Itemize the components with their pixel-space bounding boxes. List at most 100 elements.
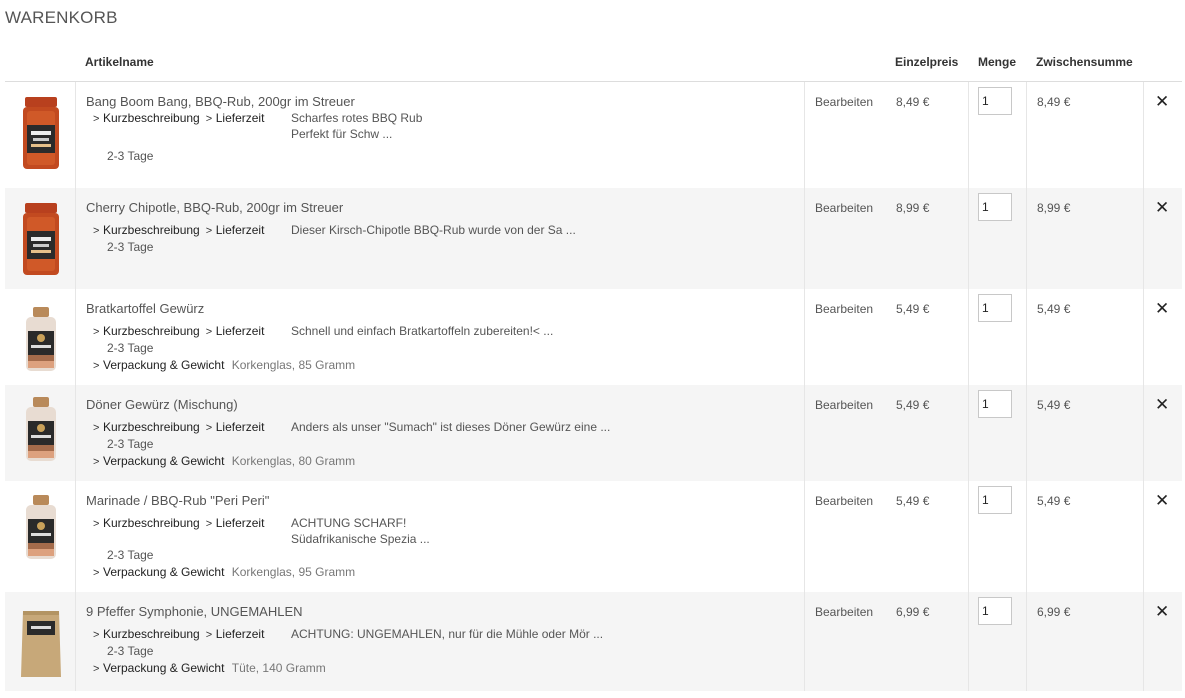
packaging-value: Korkenglas, 85 Gramm bbox=[231, 358, 356, 372]
chevron-right-icon: > bbox=[93, 360, 100, 372]
delivery-time-toggle[interactable]: Lieferzeit bbox=[216, 324, 265, 338]
product-name[interactable]: Döner Gewürz (Mischung) bbox=[86, 397, 238, 412]
unit-price: 5,49 € bbox=[896, 302, 930, 316]
table-row: Bang Boom Bang, BBQ-Rub, 200gr im Streue… bbox=[5, 82, 1182, 188]
remove-icon[interactable]: ✕ bbox=[1155, 300, 1169, 317]
packaging-toggle[interactable]: Verpackung & Gewicht bbox=[103, 358, 224, 372]
unit-price: 5,49 € bbox=[896, 494, 930, 508]
remove-icon[interactable]: ✕ bbox=[1155, 603, 1169, 620]
info-links: > Kurzbeschreibung > Lieferzeit bbox=[93, 419, 264, 436]
product-name[interactable]: 9 Pfeffer Symphonie, UNGEMAHLEN bbox=[86, 604, 303, 619]
column-divider bbox=[1026, 481, 1027, 592]
delivery-time-toggle[interactable]: Lieferzeit bbox=[216, 516, 265, 530]
chevron-right-icon: > bbox=[93, 422, 100, 434]
packaging-info: > Verpackung & Gewicht Korkenglas, 85 Gra… bbox=[93, 357, 355, 374]
column-divider bbox=[1026, 385, 1027, 481]
cart-table: Artikelname Einzelpreis Menge Zwischensu… bbox=[5, 45, 1182, 691]
delivery-time-toggle[interactable]: Lieferzeit bbox=[216, 223, 265, 237]
product-image[interactable] bbox=[13, 95, 69, 173]
product-name[interactable]: Bratkartoffel Gewürz bbox=[86, 301, 204, 316]
short-description-line2: Südafrikanische Spezia ... bbox=[291, 532, 430, 546]
quantity-input[interactable] bbox=[978, 193, 1012, 221]
column-divider bbox=[968, 188, 969, 289]
column-divider bbox=[1143, 481, 1144, 592]
column-header-subtotal: Zwischensumme bbox=[1036, 55, 1133, 69]
table-row: Bratkartoffel Gewürz > Kurzbeschreibung > Li… bbox=[5, 289, 1182, 385]
delivery-time: 2-3 Tage bbox=[107, 240, 154, 254]
product-image[interactable] bbox=[13, 201, 69, 277]
delivery-time-toggle[interactable]: Lieferzeit bbox=[216, 627, 265, 641]
delivery-time-toggle[interactable]: Lieferzeit bbox=[216, 420, 265, 434]
short-description: Scharfes rotes BBQ Rub bbox=[291, 111, 423, 125]
column-header-price: Einzelpreis bbox=[895, 55, 959, 69]
product-name[interactable]: Marinade / BBQ-Rub "Peri Peri" bbox=[86, 493, 269, 508]
chevron-right-icon: > bbox=[205, 113, 213, 125]
edit-link[interactable]: Bearbeiten bbox=[815, 398, 873, 412]
column-divider bbox=[804, 385, 805, 481]
info-links: > Kurzbeschreibung > Lieferzeit bbox=[93, 110, 264, 127]
packaging-value: Korkenglas, 80 Gramm bbox=[231, 454, 356, 468]
packaging-info: > Verpackung & Gewicht Korkenglas, 95 Gra… bbox=[93, 564, 355, 581]
column-divider bbox=[804, 82, 805, 188]
table-row: Marinade / BBQ-Rub "Peri Peri" > Kurzbesch… bbox=[5, 481, 1182, 592]
edit-link[interactable]: Bearbeiten bbox=[815, 201, 873, 215]
packaging-toggle[interactable]: Verpackung & Gewicht bbox=[103, 565, 224, 579]
quantity-input[interactable] bbox=[978, 87, 1012, 115]
packaging-toggle[interactable]: Verpackung & Gewicht bbox=[103, 661, 224, 675]
table-header: Artikelname Einzelpreis Menge Zwischensu… bbox=[5, 45, 1182, 82]
column-divider bbox=[804, 592, 805, 691]
subtotal: 5,49 € bbox=[1037, 494, 1071, 508]
subtotal: 8,49 € bbox=[1037, 95, 1071, 109]
chevron-right-icon: > bbox=[205, 422, 213, 434]
column-divider bbox=[804, 289, 805, 385]
unit-price: 5,49 € bbox=[896, 398, 930, 412]
column-divider bbox=[1026, 289, 1027, 385]
column-divider bbox=[968, 592, 969, 691]
product-image[interactable] bbox=[13, 305, 69, 371]
packaging-toggle[interactable]: Verpackung & Gewicht bbox=[103, 454, 224, 468]
remove-icon[interactable]: ✕ bbox=[1155, 199, 1169, 216]
unit-price: 8,49 € bbox=[896, 95, 930, 109]
product-name[interactable]: Cherry Chipotle, BBQ-Rub, 200gr im Streu… bbox=[86, 200, 343, 215]
short-description-toggle[interactable]: Kurzbeschreibung bbox=[103, 516, 200, 530]
subtotal: 5,49 € bbox=[1037, 398, 1071, 412]
column-divider bbox=[75, 481, 76, 592]
remove-icon[interactable]: ✕ bbox=[1155, 93, 1169, 110]
edit-link[interactable]: Bearbeiten bbox=[815, 95, 873, 109]
column-header-qty: Menge bbox=[978, 55, 1017, 69]
edit-link[interactable]: Bearbeiten bbox=[815, 605, 873, 619]
edit-link[interactable]: Bearbeiten bbox=[815, 302, 873, 316]
quantity-input[interactable] bbox=[978, 390, 1012, 418]
packaging-value: Tüte, 140 Gramm bbox=[231, 661, 326, 675]
chevron-right-icon: > bbox=[93, 113, 100, 125]
chevron-right-icon: > bbox=[93, 326, 100, 338]
quantity-input[interactable] bbox=[978, 294, 1012, 322]
product-image[interactable] bbox=[13, 395, 69, 465]
remove-icon[interactable]: ✕ bbox=[1155, 396, 1169, 413]
delivery-time-toggle[interactable]: Lieferzeit bbox=[216, 111, 265, 125]
product-name[interactable]: Bang Boom Bang, BBQ-Rub, 200gr im Streue… bbox=[86, 94, 355, 109]
quantity-input[interactable] bbox=[978, 486, 1012, 514]
product-image[interactable] bbox=[13, 493, 69, 559]
chevron-right-icon: > bbox=[93, 629, 100, 641]
short-description-toggle[interactable]: Kurzbeschreibung bbox=[103, 324, 200, 338]
column-header-name: Artikelname bbox=[85, 55, 154, 69]
edit-link[interactable]: Bearbeiten bbox=[815, 494, 873, 508]
short-description-toggle[interactable]: Kurzbeschreibung bbox=[103, 223, 200, 237]
chevron-right-icon: > bbox=[205, 518, 213, 530]
remove-icon[interactable]: ✕ bbox=[1155, 492, 1169, 509]
column-divider bbox=[968, 289, 969, 385]
subtotal: 8,99 € bbox=[1037, 201, 1071, 215]
quantity-input[interactable] bbox=[978, 597, 1012, 625]
unit-price: 8,99 € bbox=[896, 201, 930, 215]
delivery-time: 2-3 Tage bbox=[107, 341, 154, 355]
short-description-toggle[interactable]: Kurzbeschreibung bbox=[103, 420, 200, 434]
table-body: Bang Boom Bang, BBQ-Rub, 200gr im Streue… bbox=[5, 82, 1182, 691]
short-description-toggle[interactable]: Kurzbeschreibung bbox=[103, 627, 200, 641]
unit-price: 6,99 € bbox=[896, 605, 930, 619]
info-links: > Kurzbeschreibung > Lieferzeit bbox=[93, 626, 264, 643]
column-divider bbox=[804, 481, 805, 592]
column-divider bbox=[804, 188, 805, 289]
product-image[interactable] bbox=[13, 605, 69, 680]
short-description-toggle[interactable]: Kurzbeschreibung bbox=[103, 111, 200, 125]
